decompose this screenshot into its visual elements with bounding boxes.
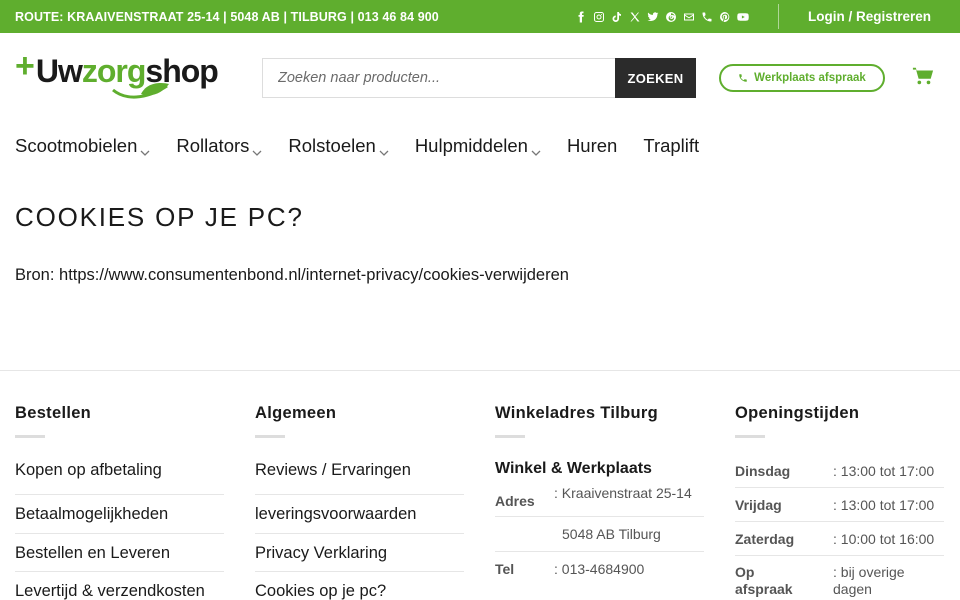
footer-link[interactable]: Levertijd & verzendkosten [15,572,224,600]
tel-value[interactable]: : 013-4684900 [554,561,704,577]
phone-icon [739,74,747,82]
search-form: ZOEKEN [262,58,696,98]
x-icon[interactable] [628,10,641,23]
hours-day: Op afspraak [735,564,793,597]
facebook-icon[interactable] [574,10,587,23]
nav-item-huren[interactable]: Huren [567,135,617,157]
workshop-appointment-label: Werkplaats afspraak [754,72,866,84]
logo-uw: Uw [35,53,83,89]
nav-label: Rolstoelen [288,135,376,156]
twitter-icon[interactable] [646,10,659,23]
instagram-icon[interactable] [592,10,605,23]
chevron-down-icon [252,141,262,156]
chevron-down-icon [531,141,541,156]
workshop-appointment-button[interactable]: Werkplaats afspraak [719,64,885,92]
nav-label: Scootmobielen [15,135,138,156]
nav-label: Traplift [643,135,700,156]
footer-col-algemeen: Algemeen Reviews / Ervaringen leveringsv… [255,404,464,600]
footer-link[interactable]: Betaalmogelijkheden [15,495,224,534]
topbar-divider [778,4,779,29]
footer-link[interactable]: Bestellen en Leveren [15,534,224,572]
nav-item-rolstoelen[interactable]: Rolstoelen [288,135,389,157]
main-nav: Scootmobielen Rollators Rolstoelen Hulpm… [15,135,725,157]
footer-col-bestellen: Bestellen Kopen op afbetaling Betaalmoge… [15,404,224,600]
address-row: Adres : Kraaivenstraat 25-14 [495,478,704,517]
address-label: Adres [495,493,535,509]
source-text: Bron: https://www.consumentenbond.nl/int… [15,266,569,284]
footer-link[interactable]: Cookies op je pc? [255,572,464,600]
hours-row: Dinsdag : 13:00 tot 17:00 [735,454,944,488]
cart-icon[interactable] [912,65,934,87]
hours-time: : 13:00 tot 17:00 [833,462,935,479]
social-icons [574,0,749,33]
address-line2: 5048 AB Tilburg [562,526,661,542]
shop-subtitle: Winkel & Werkplaats [495,460,652,477]
hours-time: : 13:00 tot 17:00 [833,496,935,513]
nav-label: Rollators [176,135,250,156]
hours-day: Vrijdag [735,496,782,513]
heading-underline [15,435,45,438]
heading-underline [255,435,285,438]
logo-plus: + [15,47,35,85]
tel-row: Tel : 013-4684900 [495,552,704,586]
nav-label: Huren [566,135,618,156]
footer: Bestellen Kopen op afbetaling Betaalmoge… [0,370,960,600]
chevron-down-icon [140,141,150,156]
hours-time: : 10:00 tot 16:00 [833,530,935,547]
nav-item-rollators[interactable]: Rollators [176,135,262,157]
youtube-icon[interactable] [736,10,749,23]
header: + Uwzorgshop ZOEKEN Werkplaats afspraak [0,33,960,123]
email-icon[interactable] [682,10,695,23]
pinterest-icon[interactable] [718,10,731,23]
hours-time: : bij overige dagen [833,564,905,597]
footer-heading: Openingstijden [735,404,860,422]
threads-icon[interactable] [664,10,677,23]
nav-item-hulpmiddelen[interactable]: Hulpmiddelen [415,135,541,157]
hours-table: Dinsdag : 13:00 tot 17:00 Vrijdag : 13:0… [735,454,944,597]
hours-day: Dinsdag [735,462,791,479]
address-row-2: 5048 AB Tilburg [495,517,704,552]
footer-link[interactable]: leveringsvoorwaarden [255,495,464,534]
route-info: ROUTE: KRAAIVENSTRAAT 25-14 | 5048 AB | … [15,9,439,24]
leaf-icon [112,83,169,99]
heading-underline [735,435,765,438]
page-title: COOKIES OP JE PC? [15,202,304,232]
footer-col-winkeladres: Winkeladres Tilburg Winkel & Werkplaats … [495,404,704,586]
footer-heading: Winkeladres Tilburg [495,404,658,422]
hours-row: Op afspraak : bij overige dagen [735,556,944,597]
footer-link[interactable]: Reviews / Ervaringen [255,460,464,495]
heading-underline [495,435,525,438]
address-line1: : Kraaivenstraat 25-14 [554,485,692,501]
footer-heading: Algemeen [255,404,337,422]
chevron-down-icon [379,141,389,156]
hours-row: Zaterdag : 10:00 tot 16:00 [735,522,944,556]
footer-col-openingstijden: Openingstijden Dinsdag : 13:00 tot 17:00… [735,404,944,597]
tel-label: Tel [495,561,515,577]
footer-heading: Bestellen [15,404,92,422]
hours-row: Vrijdag : 13:00 tot 17:00 [735,488,944,522]
logo[interactable]: + Uwzorgshop [15,47,219,99]
search-input[interactable] [262,58,615,98]
footer-link[interactable]: Kopen op afbetaling [15,460,224,495]
footer-link[interactable]: Privacy Verklaring [255,534,464,572]
hours-day: Zaterdag [735,530,795,547]
phone-icon[interactable] [700,10,713,23]
nav-item-traplift[interactable]: Traplift [643,135,699,157]
top-bar: ROUTE: KRAAIVENSTRAAT 25-14 | 5048 AB | … [0,0,960,33]
tiktok-icon[interactable] [610,10,623,23]
nav-item-scootmobielen[interactable]: Scootmobielen [15,135,150,157]
nav-label: Hulpmiddelen [414,135,528,156]
search-button[interactable]: ZOEKEN [615,58,696,98]
login-register-link[interactable]: Login / Registreren [808,0,931,33]
